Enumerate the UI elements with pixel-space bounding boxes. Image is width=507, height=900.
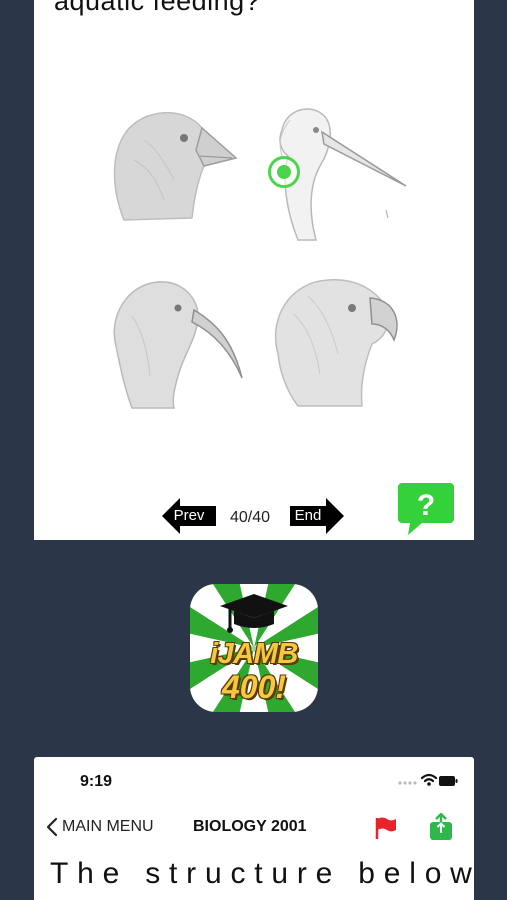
help-button[interactable]: ? [398, 483, 454, 535]
share-icon [430, 812, 452, 840]
back-button[interactable]: MAIN MENU [46, 815, 154, 839]
selected-option-indicator [268, 156, 300, 188]
flag-button[interactable] [374, 816, 398, 840]
wifi-icon [420, 773, 438, 783]
phone-preview-card: 9:19 MAIN MENU BIOLOGY 2001 The structur… [34, 757, 474, 900]
prev-button[interactable]: Prev [162, 496, 216, 536]
question-text: aquatic feeding? [54, 0, 261, 16]
bird-option-d[interactable] [268, 274, 408, 414]
question-bubble-icon: ? [398, 483, 454, 535]
status-icons [398, 773, 458, 786]
chevron-left-icon [46, 817, 58, 837]
status-time: 9:19 [80, 773, 113, 790]
signal-icon [398, 781, 417, 785]
bird-option-a[interactable] [104, 100, 244, 240]
end-button[interactable]: End [290, 496, 344, 536]
battery-icon [439, 776, 458, 786]
app-logo: iJAMB 400! [190, 584, 318, 712]
share-button[interactable] [429, 812, 453, 841]
app-logo-line1: iJAMB [210, 638, 298, 670]
flag-icon [375, 817, 396, 839]
question-counter: 40/40 [230, 509, 271, 526]
screen-title: BIOLOGY 2001 [193, 818, 307, 835]
back-label: MAIN MENU [62, 818, 154, 835]
bird-option-c[interactable] [102, 276, 252, 416]
svg-text:?: ? [417, 489, 435, 522]
question-card: aquatic feeding? Prev 40/40 End ? [34, 0, 474, 540]
app-logo-line2: 400! [221, 669, 287, 705]
end-label: End [294, 507, 322, 524]
question-text-start: The structure below [50, 857, 481, 890]
prev-label: Prev [173, 507, 205, 524]
